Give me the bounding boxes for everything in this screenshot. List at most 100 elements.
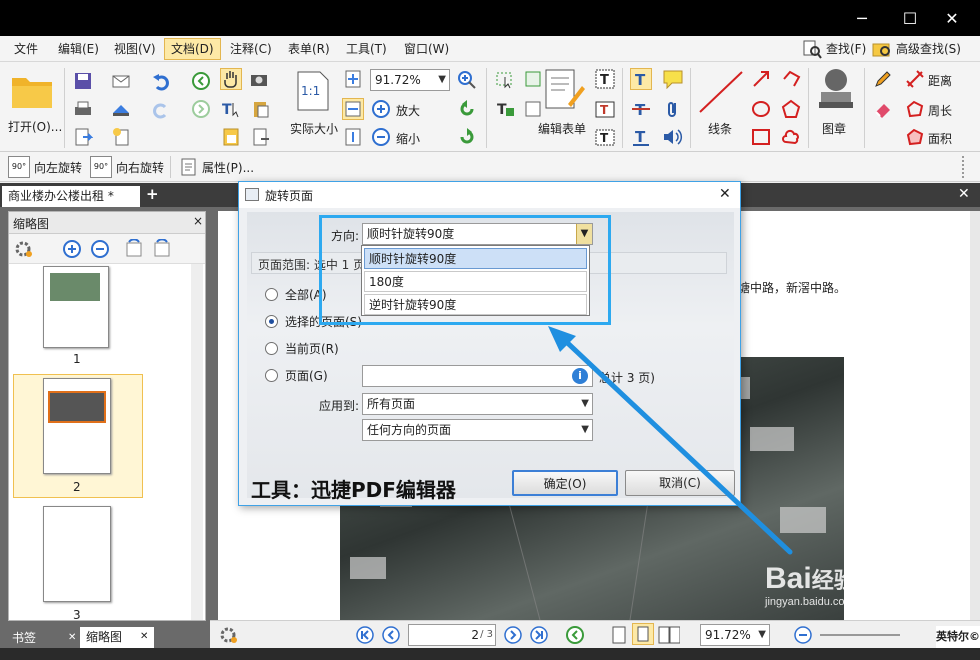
zoom-in-small-icon[interactable] (456, 69, 478, 91)
arrow-tool-icon[interactable] (750, 68, 772, 90)
thumbnail-page-2[interactable] (43, 378, 111, 474)
maximize-button[interactable]: ☐ (894, 0, 926, 36)
ellipse-tool-icon[interactable] (750, 98, 772, 120)
save-icon[interactable] (72, 70, 94, 92)
paste-icon[interactable] (250, 98, 272, 120)
rotate-ccw-icon[interactable] (456, 98, 478, 120)
thumb-rotate-left-icon[interactable] (123, 238, 145, 260)
highlight-text-icon[interactable]: T (630, 68, 652, 90)
form-toggle-icon[interactable] (522, 68, 544, 90)
document-tab[interactable]: 商业楼办公楼出租 * (2, 186, 140, 207)
find-button[interactable]: 查找(F) (826, 38, 866, 60)
add-tab-button[interactable]: + (146, 185, 159, 203)
text-field-icon[interactable]: T (494, 98, 516, 120)
edit-form-icon[interactable] (542, 68, 586, 112)
select-text-icon[interactable]: T (220, 98, 242, 120)
perimeter-icon[interactable] (904, 98, 926, 120)
perimeter-label[interactable]: 周长 (928, 102, 952, 119)
minimize-button[interactable]: ─ (846, 0, 878, 36)
prev-page-icon[interactable] (380, 624, 402, 646)
note-icon[interactable] (662, 68, 684, 90)
underline-icon[interactable]: T (630, 126, 652, 148)
thumb-rotate-right-icon[interactable] (151, 238, 173, 260)
actual-size-icon[interactable]: 1:1 (296, 70, 330, 112)
field-select-icon[interactable] (494, 68, 516, 90)
radio-current-label[interactable]: 当前页(R) (285, 340, 339, 357)
thumbnail-page-1[interactable] (43, 266, 109, 348)
lines-label[interactable]: 线条 (708, 120, 732, 137)
menu-edit[interactable]: 编辑(E) (52, 38, 105, 60)
rotate-left-icon[interactable]: 90° (8, 156, 30, 178)
zoom-in-label[interactable]: 放大 (396, 102, 420, 119)
export-icon[interactable] (72, 126, 94, 148)
close-button[interactable]: ✕ (936, 0, 968, 36)
cloud-tool-icon[interactable] (780, 126, 802, 148)
radio-all[interactable] (265, 288, 278, 301)
fit-visible-icon[interactable] (342, 126, 364, 148)
close-tab-button[interactable]: ✕ (958, 186, 970, 202)
open-label[interactable]: 打开(O)... (8, 118, 62, 135)
bookmarks-tab-close[interactable]: ✕ (68, 629, 76, 647)
zoom-out-icon[interactable] (370, 126, 392, 148)
attach-page-icon[interactable] (250, 126, 272, 148)
polygon-line-icon[interactable] (780, 68, 802, 90)
polygon-tool-icon[interactable] (780, 98, 802, 120)
menu-file[interactable]: 文件 (8, 38, 44, 60)
thumb-settings-icon[interactable] (13, 238, 35, 260)
thumbnail-panel-close[interactable]: × (193, 214, 203, 228)
zoom-in-icon[interactable] (370, 98, 392, 120)
hand-tool-icon[interactable] (220, 68, 242, 90)
status-zoom-combo[interactable]: 91.72% ▼ (700, 624, 770, 646)
properties-button[interactable]: 属性(P)... (202, 159, 254, 176)
single-page-icon[interactable] (608, 624, 630, 646)
textbox-icon[interactable]: T (594, 98, 616, 120)
rotate-right-button[interactable]: 向右旋转 (116, 159, 164, 176)
forward-icon[interactable] (190, 98, 212, 120)
last-page-icon[interactable] (528, 624, 550, 646)
rotate-cw-icon[interactable] (456, 126, 478, 148)
print-icon[interactable] (72, 98, 94, 120)
area-icon[interactable] (904, 126, 926, 148)
advanced-find-icon[interactable] (872, 39, 892, 59)
status-settings-icon[interactable] (218, 624, 240, 646)
menu-form[interactable]: 表单(R) (282, 38, 336, 60)
zoom-combo[interactable]: 91.72% ▼ (370, 69, 450, 91)
fit-page-icon[interactable] (342, 68, 364, 90)
edit-form-label[interactable]: 编辑表单 (538, 120, 586, 137)
comment-list-icon[interactable] (220, 126, 242, 148)
thumb-zoom-in-icon[interactable] (61, 238, 83, 260)
status-back-icon[interactable] (564, 624, 586, 646)
radio-selected-pages[interactable] (265, 315, 278, 328)
strikeout-icon[interactable]: T (630, 98, 652, 120)
email-icon[interactable] (110, 70, 132, 92)
find-icon[interactable] (802, 39, 822, 59)
snapshot-icon[interactable] (248, 68, 270, 90)
stamp-label[interactable]: 图章 (822, 120, 846, 137)
attachment-icon[interactable] (662, 98, 684, 120)
thumbnails-tab[interactable]: 缩略图 ✕ (80, 627, 154, 649)
back-icon[interactable] (190, 70, 212, 92)
facing-page-icon[interactable] (658, 624, 680, 646)
menu-document[interactable]: 文档(D) (164, 38, 221, 60)
fit-width-icon[interactable] (342, 98, 364, 120)
rotate-left-button[interactable]: 向左旋转 (34, 159, 82, 176)
bookmarks-tab[interactable]: 书签 ✕ (4, 629, 78, 649)
zoom-out-label[interactable]: 缩小 (396, 130, 420, 147)
thumbnail-scrollbar[interactable] (191, 264, 203, 620)
rectangle-tool-icon[interactable] (750, 126, 772, 148)
page-number-input[interactable]: 2 / 3 (408, 624, 496, 646)
radio-current-page[interactable] (265, 342, 278, 355)
line-tool-icon[interactable] (698, 70, 746, 114)
distance-icon[interactable] (904, 68, 926, 90)
redo-icon[interactable] (150, 98, 172, 120)
callout-icon[interactable]: T (594, 126, 616, 148)
first-page-icon[interactable] (354, 624, 376, 646)
next-page-icon[interactable] (502, 624, 524, 646)
menu-view[interactable]: 视图(V) (108, 38, 162, 60)
open-folder-icon[interactable] (10, 70, 56, 110)
thumb-zoom-out-icon[interactable] (89, 238, 111, 260)
zoom-slider[interactable] (820, 634, 900, 636)
undo-icon[interactable] (150, 70, 172, 92)
dialog-close-button[interactable]: ✕ (719, 186, 731, 202)
advanced-find-button[interactable]: 高级查找(S) (896, 38, 961, 60)
